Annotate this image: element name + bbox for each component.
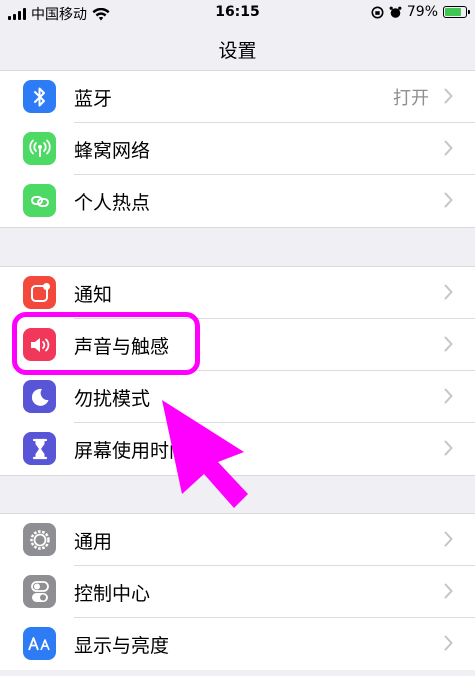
status-bar: 中国移动 16:15 79% (0, 0, 475, 26)
battery-percent: 79% (406, 4, 438, 20)
settings-row-control-center[interactable]: 控制中心 (0, 566, 475, 618)
row-label: 控制中心 (74, 582, 151, 605)
display-icon (23, 627, 56, 660)
gear-icon (23, 523, 56, 556)
hotspot-icon (23, 184, 56, 217)
battery-icon (443, 6, 470, 18)
cellular-icon (23, 132, 56, 165)
bluetooth-icon (23, 80, 56, 113)
settings-row-general[interactable]: 通用 (0, 514, 475, 566)
settings-row-hotspot[interactable]: 个人热点 (0, 175, 475, 227)
settings-row-bluetooth[interactable]: 蓝牙 打开 (0, 71, 475, 123)
chevron-right-icon (444, 440, 453, 456)
chevron-right-icon (444, 388, 453, 404)
moon-icon (23, 380, 56, 413)
row-label: 勿扰模式 (74, 387, 151, 410)
chevron-right-icon (444, 583, 453, 599)
row-label: 个人热点 (74, 191, 151, 214)
chevron-right-icon (444, 284, 453, 300)
alarm-icon (389, 6, 402, 18)
row-label: 通知 (74, 283, 113, 306)
bluetooth-status: 打开 (393, 88, 429, 109)
chevron-right-icon (444, 336, 453, 352)
connectivity-group: 蓝牙 打开 蜂窝网络 个人热点 (0, 70, 475, 228)
status-right: 79% (371, 4, 470, 20)
chevron-right-icon (444, 88, 453, 104)
toggles-icon (23, 575, 56, 608)
settings-row-display[interactable]: 显示与亮度 (0, 618, 475, 670)
page-title: 设置 (218, 40, 257, 62)
rotation-lock-icon (371, 6, 384, 18)
chevron-right-icon (444, 192, 453, 208)
row-label: 通用 (74, 530, 113, 553)
battery-level (445, 8, 461, 16)
chevron-right-icon (444, 140, 453, 156)
highlight-box (12, 312, 200, 375)
hourglass-icon (23, 432, 56, 465)
notifications-icon (23, 276, 56, 309)
row-label: 显示与亮度 (74, 634, 170, 657)
system-group: 通用 控制中心 显示与亮度 (0, 513, 475, 670)
chevron-right-icon (444, 531, 453, 547)
chevron-right-icon (444, 635, 453, 651)
settings-row-cellular[interactable]: 蜂窝网络 (0, 123, 475, 175)
pointer-arrow-icon (162, 400, 248, 508)
row-label: 蜂窝网络 (74, 139, 151, 162)
row-label: 蓝牙 (74, 87, 113, 110)
